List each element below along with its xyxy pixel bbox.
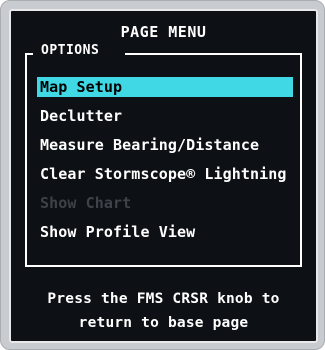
page-menu-window: PAGE MENU OPTIONS Map Setup Declutter Me… <box>9 9 318 343</box>
menu-item-show-profile-view[interactable]: Show Profile View <box>37 222 293 242</box>
display-bezel: PAGE MENU OPTIONS Map Setup Declutter Me… <box>0 0 325 350</box>
instruction-line-2: return to base page <box>78 315 249 331</box>
instruction-line-1: Press the FMS CRSR knob to <box>47 291 280 307</box>
options-list: Map Setup Declutter Measure Bearing/Dist… <box>37 77 293 251</box>
options-group: OPTIONS Map Setup Declutter Measure Bear… <box>25 43 302 267</box>
instruction-text: Press the FMS CRSR knob to return to bas… <box>11 287 316 335</box>
menu-item-map-setup[interactable]: Map Setup <box>37 77 293 97</box>
menu-item-show-chart: Show Chart <box>40 194 132 212</box>
options-group-label: OPTIONS <box>41 43 100 58</box>
menu-item-declutter[interactable]: Declutter <box>37 106 293 126</box>
page-menu-title: PAGE MENU <box>120 23 207 41</box>
menu-item-clear-stormscope-lightning[interactable]: Clear Stormscope® Lightning <box>37 164 293 184</box>
menu-item-measure-bearing-distance[interactable]: Measure Bearing/Distance <box>37 135 293 155</box>
